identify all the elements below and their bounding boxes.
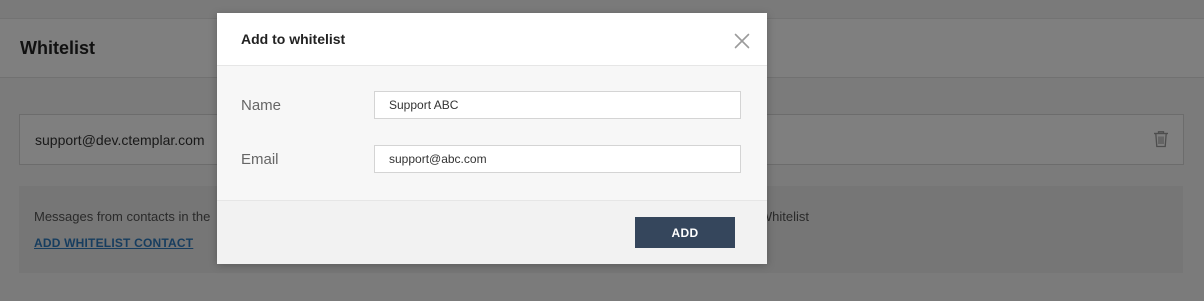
add-to-whitelist-dialog: Add to whitelist Name Email ADD (217, 13, 767, 264)
dialog-title: Add to whitelist (241, 31, 346, 47)
close-icon[interactable] (731, 30, 753, 52)
name-input[interactable] (374, 91, 741, 119)
name-label: Name (241, 97, 282, 114)
add-button[interactable]: ADD (635, 217, 735, 248)
email-label: Email (241, 151, 279, 168)
dialog-footer: ADD (217, 200, 767, 264)
dialog-header: Add to whitelist (217, 13, 767, 66)
email-input[interactable] (374, 145, 741, 173)
dialog-body: Name Email (217, 66, 767, 200)
